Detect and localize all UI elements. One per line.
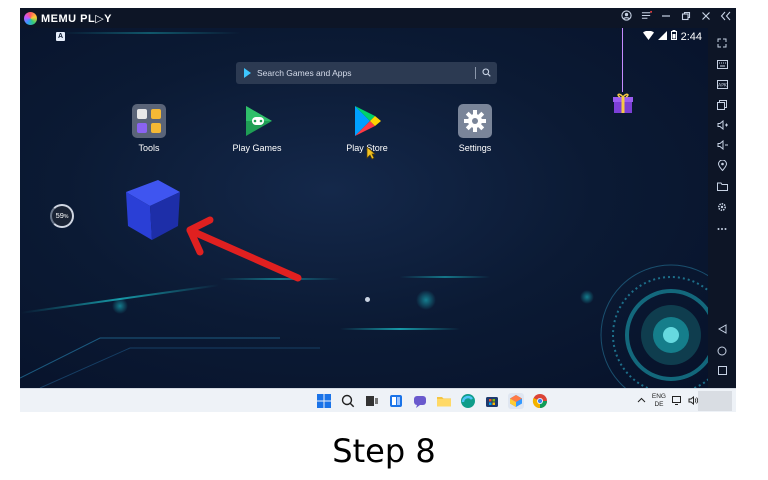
widgets-icon[interactable] [388, 393, 404, 409]
app-label: Settings [458, 143, 492, 153]
settings-gear-icon[interactable] [715, 202, 729, 216]
android-status-bar: A 2:44 [20, 28, 708, 46]
task-view-icon[interactable] [364, 393, 380, 409]
user-icon[interactable] [620, 8, 632, 28]
mouse-cursor-icon [366, 146, 376, 160]
play-logo-icon [244, 68, 251, 78]
location-icon[interactable] [715, 159, 729, 174]
language-line1: ENG [651, 393, 666, 400]
windows-start-icon[interactable] [316, 393, 332, 409]
memu-taskbar-icon[interactable] [508, 393, 524, 409]
language-line2: DE [654, 401, 664, 408]
minimize-icon[interactable] [660, 8, 672, 28]
gift-icon[interactable] [612, 92, 634, 114]
memu-emulator-window: MEMU PL▷Y A 2:44 Search Games and Apps T… [20, 8, 736, 388]
tools-folder-icon [132, 104, 166, 138]
taskbar-search-icon[interactable] [340, 393, 356, 409]
battery-icon [670, 30, 677, 43]
tutorial-frame: MEMU PL▷Y A 2:44 Search Games and Apps T… [0, 0, 768, 480]
gift-string [622, 28, 623, 92]
speaker-icon[interactable] [688, 395, 699, 407]
windows-taskbar: ENG DE [20, 388, 736, 412]
restore-icon[interactable] [680, 8, 692, 28]
network-icon[interactable] [672, 395, 682, 407]
edge-browser-icon[interactable] [460, 393, 476, 409]
store-icon[interactable] [484, 393, 500, 409]
memu-app-name: MEMU PL▷Y [41, 12, 113, 25]
background-glow-line [400, 276, 490, 278]
background-glow-dot [416, 290, 436, 310]
battery-value: 59 [55, 211, 64, 220]
svg-text:APK: APK [718, 83, 728, 89]
fullscreen-icon[interactable] [715, 38, 729, 52]
page-indicator-dot [365, 297, 370, 302]
search-input[interactable]: Search Games and Apps [257, 68, 475, 78]
background-radar-graphic [600, 264, 708, 388]
status-clock: 2:44 [680, 30, 702, 43]
app-settings[interactable]: Settings [430, 104, 520, 153]
blue-cube-app-icon[interactable] [122, 176, 184, 242]
app-label: Play Games [232, 143, 282, 153]
more-icon[interactable] [715, 222, 729, 236]
emulator-titlebar[interactable]: MEMU PL▷Y [20, 8, 736, 28]
search-divider [475, 67, 476, 79]
status-bar-right: 2:44 [642, 30, 702, 43]
app-play-games[interactable]: Play Games [212, 104, 302, 153]
status-notification-badge: A [56, 32, 65, 41]
play-store-icon [355, 106, 381, 136]
folder-icon[interactable] [715, 182, 729, 196]
home-icon[interactable] [715, 346, 729, 360]
app-tools[interactable]: Tools [104, 104, 194, 153]
file-explorer-icon[interactable] [436, 393, 452, 409]
system-tray: ENG DE [637, 389, 699, 413]
emulator-side-toolbar: APK [708, 28, 736, 388]
volume-up-icon[interactable] [715, 119, 729, 134]
settings-gear-app-icon [458, 104, 492, 138]
apk-icon[interactable]: APK [715, 80, 729, 94]
background-circuit-lines [20, 337, 320, 388]
taskbar-clock-area[interactable] [698, 391, 732, 411]
search-icon[interactable] [482, 64, 491, 82]
close-icon[interactable] [700, 8, 712, 28]
red-pointer-arrow [186, 216, 302, 282]
play-games-icon [246, 106, 272, 136]
recents-icon[interactable] [715, 366, 729, 380]
tray-chevron-up-icon[interactable] [637, 397, 646, 405]
memu-logo-icon [24, 11, 37, 25]
app-label: Tools [138, 143, 160, 153]
collapse-sidebar-icon[interactable] [720, 8, 732, 28]
multi-window-icon[interactable] [715, 100, 729, 114]
chrome-browser-icon[interactable] [532, 393, 548, 409]
menu-icon[interactable] [640, 8, 652, 28]
battery-percentage-widget[interactable]: 59% [50, 204, 74, 228]
window-controls [620, 8, 732, 28]
memu-logo: MEMU PL▷Y [24, 11, 113, 25]
keyboard-icon[interactable] [715, 60, 729, 74]
back-icon[interactable] [715, 324, 729, 338]
volume-down-icon[interactable] [715, 139, 729, 154]
background-glow-line [340, 328, 460, 330]
android-home-screen[interactable]: A 2:44 Search Games and Apps Tools Play … [20, 28, 708, 388]
search-bar[interactable]: Search Games and Apps [236, 62, 497, 84]
background-glow-dot [580, 290, 594, 304]
step-caption: Step 8 [332, 432, 436, 470]
teams-chat-icon[interactable] [412, 393, 428, 409]
wifi-icon [642, 30, 654, 43]
language-indicator[interactable]: ENG DE [652, 393, 666, 409]
battery-unit: % [63, 214, 69, 220]
signal-icon [657, 30, 667, 43]
